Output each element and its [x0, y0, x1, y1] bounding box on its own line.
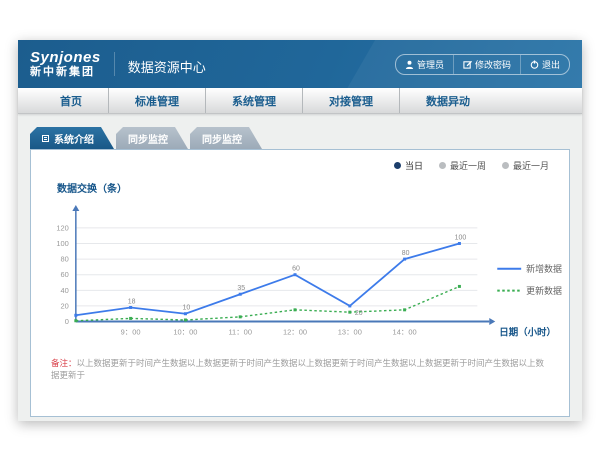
time-range-filters: 当日 最近一周 最近一月: [394, 159, 549, 172]
svg-text:35: 35: [237, 285, 245, 292]
logo-text-cn: 新中新集团: [30, 66, 101, 78]
filter-1[interactable]: 当日: [394, 159, 423, 172]
note-text: 以上数据更新于时间产生数据以上数据更新于时间产生数据以上数据更新于时间产生数据以…: [51, 358, 544, 380]
tab-1[interactable]: 系统介绍: [30, 127, 114, 149]
svg-text:9：00: 9：00: [121, 327, 141, 336]
filter-2[interactable]: 最近一周: [439, 159, 486, 172]
svg-text:120: 120: [56, 223, 68, 232]
main-nav: 首页标准管理系统管理对接管理数据异动: [18, 88, 582, 114]
svg-text:10：00: 10：00: [173, 327, 197, 336]
tab-label: 同步监控: [128, 131, 168, 146]
nav-item-5[interactable]: 数据异动: [399, 88, 496, 113]
svg-text:100: 100: [455, 235, 467, 242]
app-header: Synjones 新中新集团 数据资源中心 管理员 修改密码 退出: [18, 40, 582, 88]
y-axis-title: 数据交换（条）: [57, 180, 569, 195]
svg-text:新增数据: 新增数据: [526, 263, 562, 274]
svg-text:10: 10: [183, 305, 191, 312]
nav-item-1[interactable]: 首页: [34, 88, 108, 113]
content-area: 系统介绍 同步监控 同步监控 当日 最近一周 最近一月 数据交换（条） 0 20 40 60 8…: [18, 114, 582, 421]
svg-text:14：00: 14：00: [393, 327, 417, 336]
svg-text:0: 0: [65, 317, 69, 326]
svg-text:18: 18: [128, 299, 136, 306]
svg-text:100: 100: [56, 239, 68, 248]
filter-3[interactable]: 最近一月: [502, 159, 549, 172]
change-password-label: 修改密码: [475, 58, 511, 71]
logout-label: 退出: [542, 58, 560, 71]
svg-text:80: 80: [402, 250, 410, 257]
filter-label: 最近一周: [450, 159, 486, 172]
svg-text:80: 80: [61, 255, 69, 264]
power-icon: [530, 60, 539, 69]
user-button-label: 管理员: [417, 58, 444, 71]
chart-panel: 当日 最近一周 最近一月 数据交换（条） 0 20 40 60 80 100 120 9：00 10…: [30, 149, 570, 417]
page-title: 数据资源中心: [114, 52, 206, 76]
svg-text:日期（小时）: 日期（小时）: [499, 326, 556, 338]
page: Synjones 新中新集团 数据资源中心 管理员 修改密码 退出: [0, 0, 600, 450]
line-chart: 0 20 40 60 80 100 120 9：00 10：00 11：00 12：00 13：00 1…: [31, 197, 569, 342]
radio-dot: [394, 162, 401, 169]
edit-icon: [463, 60, 472, 69]
svg-text:20: 20: [355, 310, 363, 317]
tab-label: 系统介绍: [54, 131, 94, 146]
svg-text:更新数据: 更新数据: [526, 285, 562, 296]
header-actions: 管理员 修改密码 退出: [395, 54, 570, 75]
svg-text:11：00: 11：00: [228, 327, 252, 336]
document-icon: [42, 135, 49, 142]
svg-text:60: 60: [61, 270, 69, 279]
logo-text-en: Synjones: [30, 50, 101, 67]
nav-item-3[interactable]: 系统管理: [205, 88, 302, 113]
nav-item-2[interactable]: 标准管理: [108, 88, 205, 113]
tab-bar: 系统介绍 同步监控 同步监控: [30, 127, 570, 149]
note-prefix: 备注：: [51, 358, 77, 368]
footer-note: 备注：以上数据更新于时间产生数据以上数据更新于时间产生数据以上数据更新于时间产生…: [31, 358, 569, 382]
logo: Synjones 新中新集团: [30, 50, 101, 79]
tab-label: 同步监控: [202, 131, 242, 146]
radio-dot: [502, 162, 509, 169]
user-button[interactable]: 管理员: [396, 55, 453, 74]
svg-text:13：00: 13：00: [338, 327, 362, 336]
nav-item-4[interactable]: 对接管理: [302, 88, 399, 113]
svg-text:12：00: 12：00: [283, 327, 307, 336]
logout-button[interactable]: 退出: [520, 55, 569, 74]
tab-3[interactable]: 同步监控: [190, 127, 262, 149]
svg-text:40: 40: [61, 286, 69, 295]
tab-2[interactable]: 同步监控: [116, 127, 188, 149]
svg-text:20: 20: [61, 301, 69, 310]
user-icon: [405, 60, 414, 69]
radio-dot: [439, 162, 446, 169]
svg-text:60: 60: [292, 266, 300, 273]
app-window: Synjones 新中新集团 数据资源中心 管理员 修改密码 退出: [18, 40, 582, 421]
filter-label: 最近一月: [513, 159, 549, 172]
filter-label: 当日: [405, 159, 423, 172]
change-password-button[interactable]: 修改密码: [453, 55, 520, 74]
